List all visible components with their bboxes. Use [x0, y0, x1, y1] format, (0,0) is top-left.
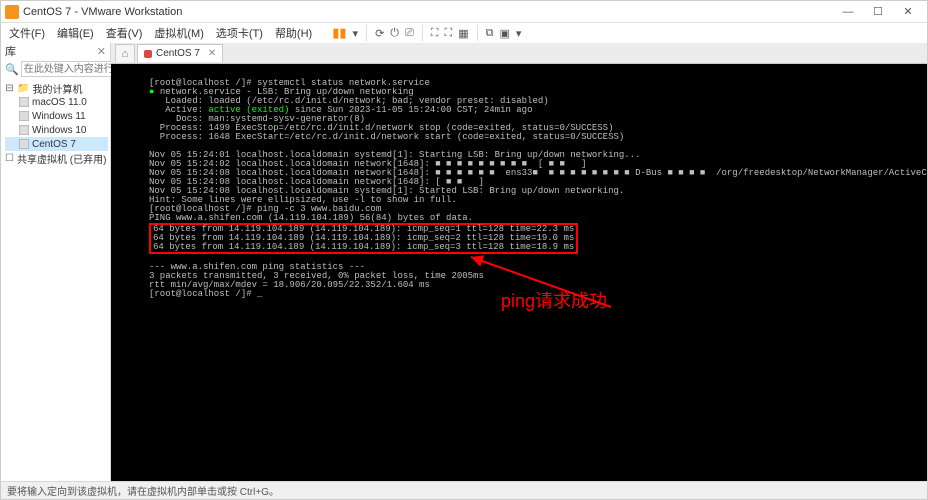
terminal-line: [root@localhost /]# _ [149, 289, 262, 299]
toolbar-dropdown-icon[interactable]: ▾ [353, 27, 359, 40]
tree-label: macOS 11.0 [32, 97, 87, 108]
annotation-arrow-icon [461, 252, 621, 312]
tree-label: 共享虚拟机 (已弃用) [17, 151, 106, 166]
tree-label: Windows 11 [32, 111, 86, 122]
tab-close-icon[interactable]: ✕ [208, 48, 216, 59]
folder-icon: 📁 [17, 83, 29, 94]
menu-file[interactable]: 文件(F) [5, 25, 49, 41]
home-tab[interactable]: ⌂ [115, 44, 135, 62]
toolbar-separator [366, 25, 367, 41]
main-area: ⌂ CentOS 7 ✕ [root@localhost /]# systemc… [111, 43, 927, 481]
search-icon: 🔍 [5, 63, 19, 76]
window-title: CentOS 7 - VMware Workstation [23, 6, 833, 18]
sidebar-title: 库 [5, 43, 16, 59]
device2-icon[interactable]: ▣ [499, 27, 509, 40]
close-button[interactable]: ✕ [893, 2, 923, 22]
terminal-line: 64 bytes from 14.119.104.189 (14.119.104… [153, 242, 574, 252]
vm-running-icon [144, 50, 152, 58]
expand-icon[interactable]: ⊟ [5, 83, 14, 94]
app-window: CentOS 7 - VMware Workstation — ☐ ✕ 文件(F… [0, 0, 928, 500]
menubar: 文件(F) 编辑(E) 查看(V) 虚拟机(M) 选项卡(T) 帮助(H) ▮▮… [1, 23, 927, 43]
vm-icon [19, 97, 29, 107]
unity-icon[interactable]: ⛶ [445, 27, 453, 40]
pause-icon[interactable]: ▮▮ [332, 25, 346, 41]
power-icon[interactable]: ⟳ [375, 27, 384, 40]
status-text: 要将输入定向到该虚拟机，请在虚拟机内部单击或按 Ctrl+G。 [7, 483, 279, 498]
library-sidebar: 库 ✕ 🔍 ▾ ⊟ 📁 我的计算机 macOS 11.0 [1, 43, 111, 481]
tree-item-macos[interactable]: macOS 11.0 [5, 95, 108, 109]
tab-centos7[interactable]: CentOS 7 ✕ [137, 44, 223, 62]
snapshot-icon[interactable]: ⎚ [405, 27, 414, 40]
tree-item-win11[interactable]: Windows 11 [5, 109, 108, 123]
tab-label: CentOS 7 [156, 48, 200, 59]
annotation-text: ping请求成功 [501, 297, 607, 306]
vm-tree: ⊟ 📁 我的计算机 macOS 11.0 Windows 11 Wi [1, 79, 110, 481]
ping-result-highlight: 64 bytes from 14.119.104.189 (14.119.104… [149, 223, 578, 254]
toolbar-dropdown-icon[interactable]: ▾ [516, 27, 522, 40]
titlebar: CentOS 7 - VMware Workstation — ☐ ✕ [1, 1, 927, 23]
sidebar-search: 🔍 ▾ [1, 59, 110, 79]
tree-item-centos7[interactable]: CentOS 7 [5, 137, 108, 151]
tree-item-win10[interactable]: Windows 10 [5, 123, 108, 137]
tree-label: Windows 10 [32, 125, 86, 136]
toolbar-separator [477, 25, 478, 41]
tabbar: ⌂ CentOS 7 ✕ [111, 43, 927, 63]
device-icon[interactable]: ⧉ [486, 27, 494, 40]
minimize-button[interactable]: — [833, 2, 863, 22]
sidebar-close-icon[interactable]: ✕ [97, 45, 106, 58]
expand-icon[interactable]: ☐ [5, 153, 14, 164]
terminal-output[interactable]: [root@localhost /]# systemctl status net… [111, 63, 927, 481]
home-icon: ⌂ [122, 48, 129, 60]
toolbar-separator [422, 25, 423, 41]
tree-label: 我的计算机 [32, 81, 82, 96]
tree-root-shared[interactable]: ☐ 共享虚拟机 (已弃用) [5, 151, 108, 165]
menu-tabs[interactable]: 选项卡(T) [212, 25, 267, 41]
statusbar: 要将输入定向到该虚拟机，请在虚拟机内部单击或按 Ctrl+G。 [1, 481, 927, 499]
menu-edit[interactable]: 编辑(E) [53, 25, 98, 41]
terminal-line: Process: 1648 ExecStart=/etc/rc.d/init.d… [149, 132, 624, 142]
tree-label: CentOS 7 [32, 139, 76, 150]
vm-icon [19, 125, 29, 135]
menu-vm[interactable]: 虚拟机(M) [150, 25, 208, 41]
menu-view[interactable]: 查看(V) [102, 25, 147, 41]
vm-icon [19, 111, 29, 121]
toolbar: ▮▮ ▾ ⟳ ⏻ ⎚ ⛶ ⛶ ▦ ⧉ ▣ ▾ [328, 25, 525, 41]
app-icon [5, 5, 19, 19]
tree-root-my-computer[interactable]: ⊟ 📁 我的计算机 [5, 81, 108, 95]
shutdown-icon[interactable]: ⏻ [390, 27, 399, 40]
terminal-line: PING www.a.shifen.com (14.119.104.189) 5… [149, 213, 473, 223]
menu-help[interactable]: 帮助(H) [271, 25, 316, 41]
vm-icon [19, 139, 29, 149]
body: 库 ✕ 🔍 ▾ ⊟ 📁 我的计算机 macOS 11.0 [1, 43, 927, 481]
sidebar-header: 库 ✕ [1, 43, 110, 59]
grid-icon[interactable]: ▦ [458, 27, 468, 40]
fullscreen-icon[interactable]: ⛶ [431, 27, 439, 40]
maximize-button[interactable]: ☐ [863, 2, 893, 22]
